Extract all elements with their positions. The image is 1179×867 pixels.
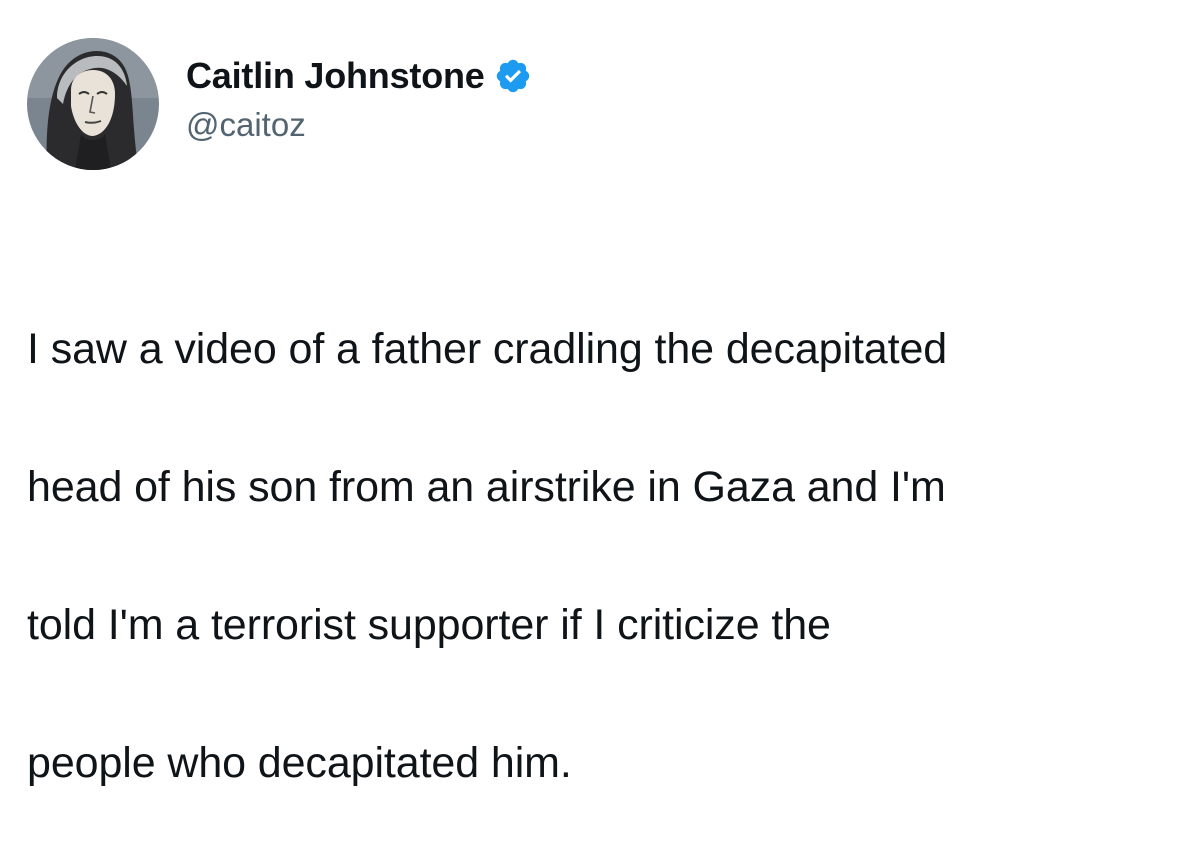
author-name-row: Caitlin Johnstone [186, 52, 532, 100]
avatar[interactable] [27, 38, 159, 170]
tweet-card: Caitlin Johnstone @caitoz I saw a video … [0, 0, 1179, 787]
tweet-text: I saw a video of a father cradling the d… [27, 246, 1152, 867]
author-info: Caitlin Johnstone @caitoz [186, 52, 532, 144]
tweet-text-line: told I'm a terrorist supporter if I crit… [27, 601, 831, 649]
author-handle[interactable]: @caitoz [186, 106, 532, 144]
verified-badge-icon[interactable] [494, 57, 532, 95]
tweet-text-line: head of his son from an airstrike in Gaz… [27, 463, 946, 511]
tweet-text-line: I saw a video of a father cradling the d… [27, 325, 948, 373]
tweet-text-line: people who decapitated him. [27, 739, 572, 787]
author-display-name[interactable]: Caitlin Johnstone [186, 55, 485, 97]
avatar-portrait-image [27, 38, 159, 170]
